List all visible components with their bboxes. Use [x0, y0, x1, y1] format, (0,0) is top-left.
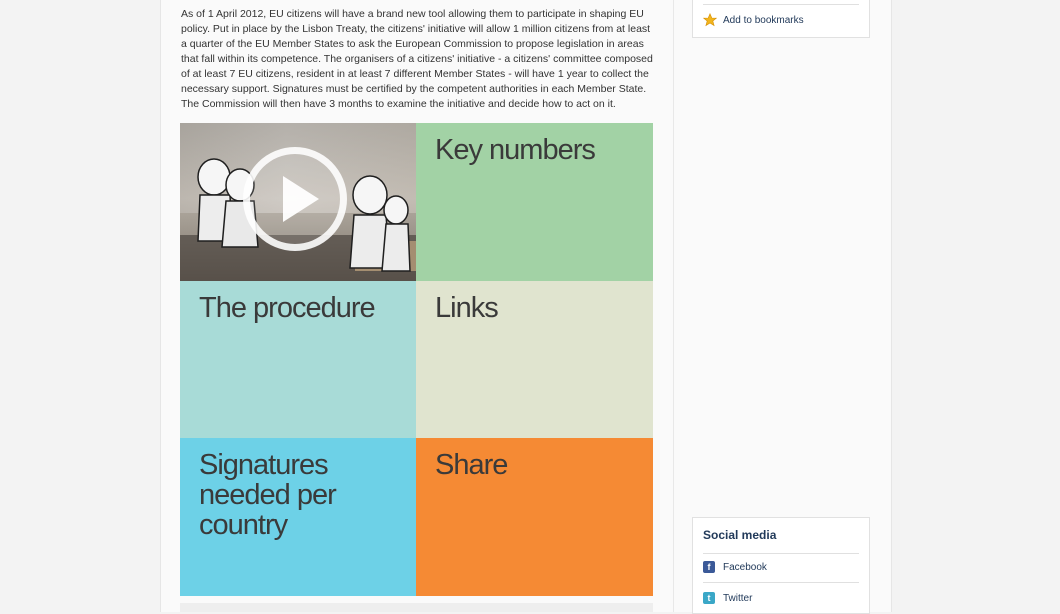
tile-share-title: Share	[435, 449, 508, 481]
column-divider	[673, 0, 674, 612]
below-content-strip	[180, 603, 653, 612]
video-tile[interactable]	[180, 123, 416, 281]
social-heading-rule	[703, 553, 859, 554]
tile-signatures[interactable]: Signatures needed per country	[180, 438, 416, 596]
twitter-icon: t	[703, 592, 715, 604]
facebook-icon: f	[703, 561, 715, 573]
tile-links[interactable]: Links	[416, 281, 653, 438]
facebook-rule	[703, 582, 859, 583]
tile-grid: Key numbers The procedure Links Signatur…	[180, 123, 653, 596]
social-media-heading: Social media	[703, 528, 777, 542]
star-icon	[703, 13, 717, 27]
facebook-label: Facebook	[723, 561, 767, 573]
tile-key-numbers[interactable]: Key numbers	[416, 123, 653, 281]
tile-procedure-title: The procedure	[199, 292, 376, 324]
bookmark-box-rule	[703, 4, 859, 5]
twitter-label: Twitter	[723, 592, 753, 604]
bookmarks-label: Add to bookmarks	[723, 14, 804, 26]
tile-procedure[interactable]: The procedure	[180, 281, 416, 438]
intro-paragraph: As of 1 April 2012, EU citizens will hav…	[181, 8, 653, 110]
play-icon[interactable]	[243, 147, 347, 251]
play-triangle	[283, 176, 319, 222]
add-to-bookmarks-link[interactable]: Add to bookmarks	[703, 13, 804, 27]
social-media-box: Social media f Facebook t Twitter	[692, 517, 870, 614]
bookmark-box: Add to bookmarks	[692, 0, 870, 38]
tile-key-numbers-title: Key numbers	[435, 134, 596, 166]
facebook-link[interactable]: f Facebook	[703, 561, 767, 573]
tile-share[interactable]: Share	[416, 438, 653, 596]
twitter-link[interactable]: t Twitter	[703, 592, 752, 604]
tile-signatures-title: Signatures needed per country	[199, 449, 337, 541]
tile-links-title: Links	[435, 292, 499, 324]
